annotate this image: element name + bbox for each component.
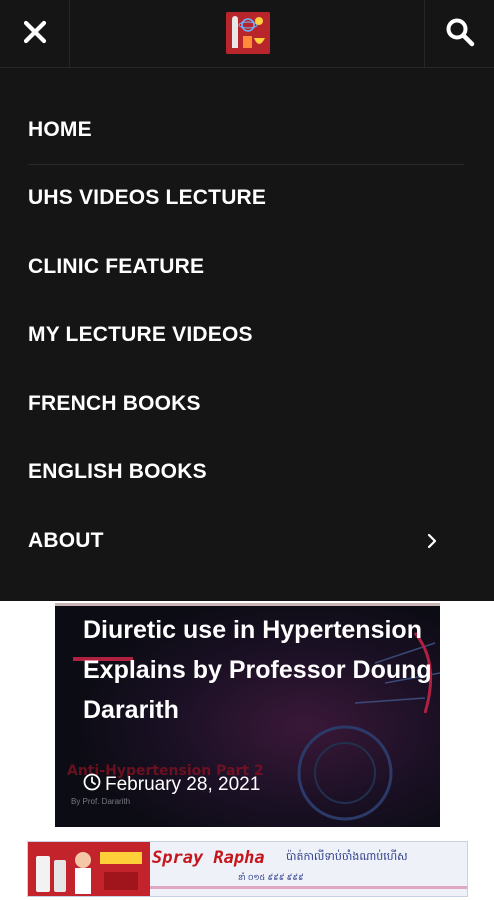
menu-item-label: ENGLISH BOOKS xyxy=(28,460,207,483)
ad-subtext: នាំ ០១៥ ៩៩៩ ៩៩៩ xyxy=(238,873,304,882)
ad-banner[interactable]: Spray Rapha ប៉ាត់កាលីទាប់ចាំងណាប់ហើស នាំ… xyxy=(27,841,468,897)
menu-item-label: CLINIC FEATURE xyxy=(28,255,205,278)
search-icon xyxy=(445,17,475,52)
thumbnail-byline: By Prof. Dararith xyxy=(71,797,131,806)
menu-item-english-books[interactable]: ENGLISH BOOKS xyxy=(28,442,468,502)
chevron-right-icon[interactable] xyxy=(422,531,442,551)
ad-khmer-text: ប៉ាត់កាលីទាប់ចាំងណាប់ហើស xyxy=(286,851,408,863)
ad-stripe xyxy=(150,886,467,889)
post-card[interactable]: Anti-Hypertension Part 2 By Prof. Darari… xyxy=(55,603,440,827)
menu-item-clinic-feature[interactable]: CLINIC FEATURE xyxy=(28,237,468,297)
close-menu-button[interactable] xyxy=(0,0,70,68)
menu-divider xyxy=(28,164,464,165)
close-icon xyxy=(23,20,47,49)
post-date: February 28, 2021 xyxy=(83,773,260,797)
menu-item-french-books[interactable]: FRENCH BOOKS xyxy=(28,374,468,434)
navigation-menu: HOME UHS VIDEOS LECTURE CLINIC FEATURE M… xyxy=(0,68,494,601)
top-bar xyxy=(0,0,494,68)
menu-item-label: HOME xyxy=(28,118,92,141)
post-date-text: February 28, 2021 xyxy=(105,774,261,795)
menu-item-about[interactable]: ABOUT xyxy=(28,511,468,571)
menu-item-label: FRENCH BOOKS xyxy=(28,392,201,415)
menu-item-label: MY LECTURE VIDEOS xyxy=(28,323,253,346)
post-card-top-border xyxy=(55,603,440,606)
ad-title: Spray Rapha xyxy=(152,848,265,868)
menu-item-label: UHS VIDEOS LECTURE xyxy=(28,186,267,209)
menu-item-label: ABOUT xyxy=(28,529,104,552)
menu-item-home[interactable]: HOME xyxy=(28,100,468,160)
post-title[interactable]: Diuretic use in Hypertension Explains by… xyxy=(83,610,433,730)
site-logo[interactable] xyxy=(226,12,270,54)
menu-item-my-lecture-videos[interactable]: MY LECTURE VIDEOS xyxy=(28,305,468,365)
menu-item-uhs-videos-lecture[interactable]: UHS VIDEOS LECTURE xyxy=(28,168,468,228)
ad-product-image xyxy=(28,842,150,896)
search-button[interactable] xyxy=(424,0,494,68)
clock-icon xyxy=(83,773,101,797)
